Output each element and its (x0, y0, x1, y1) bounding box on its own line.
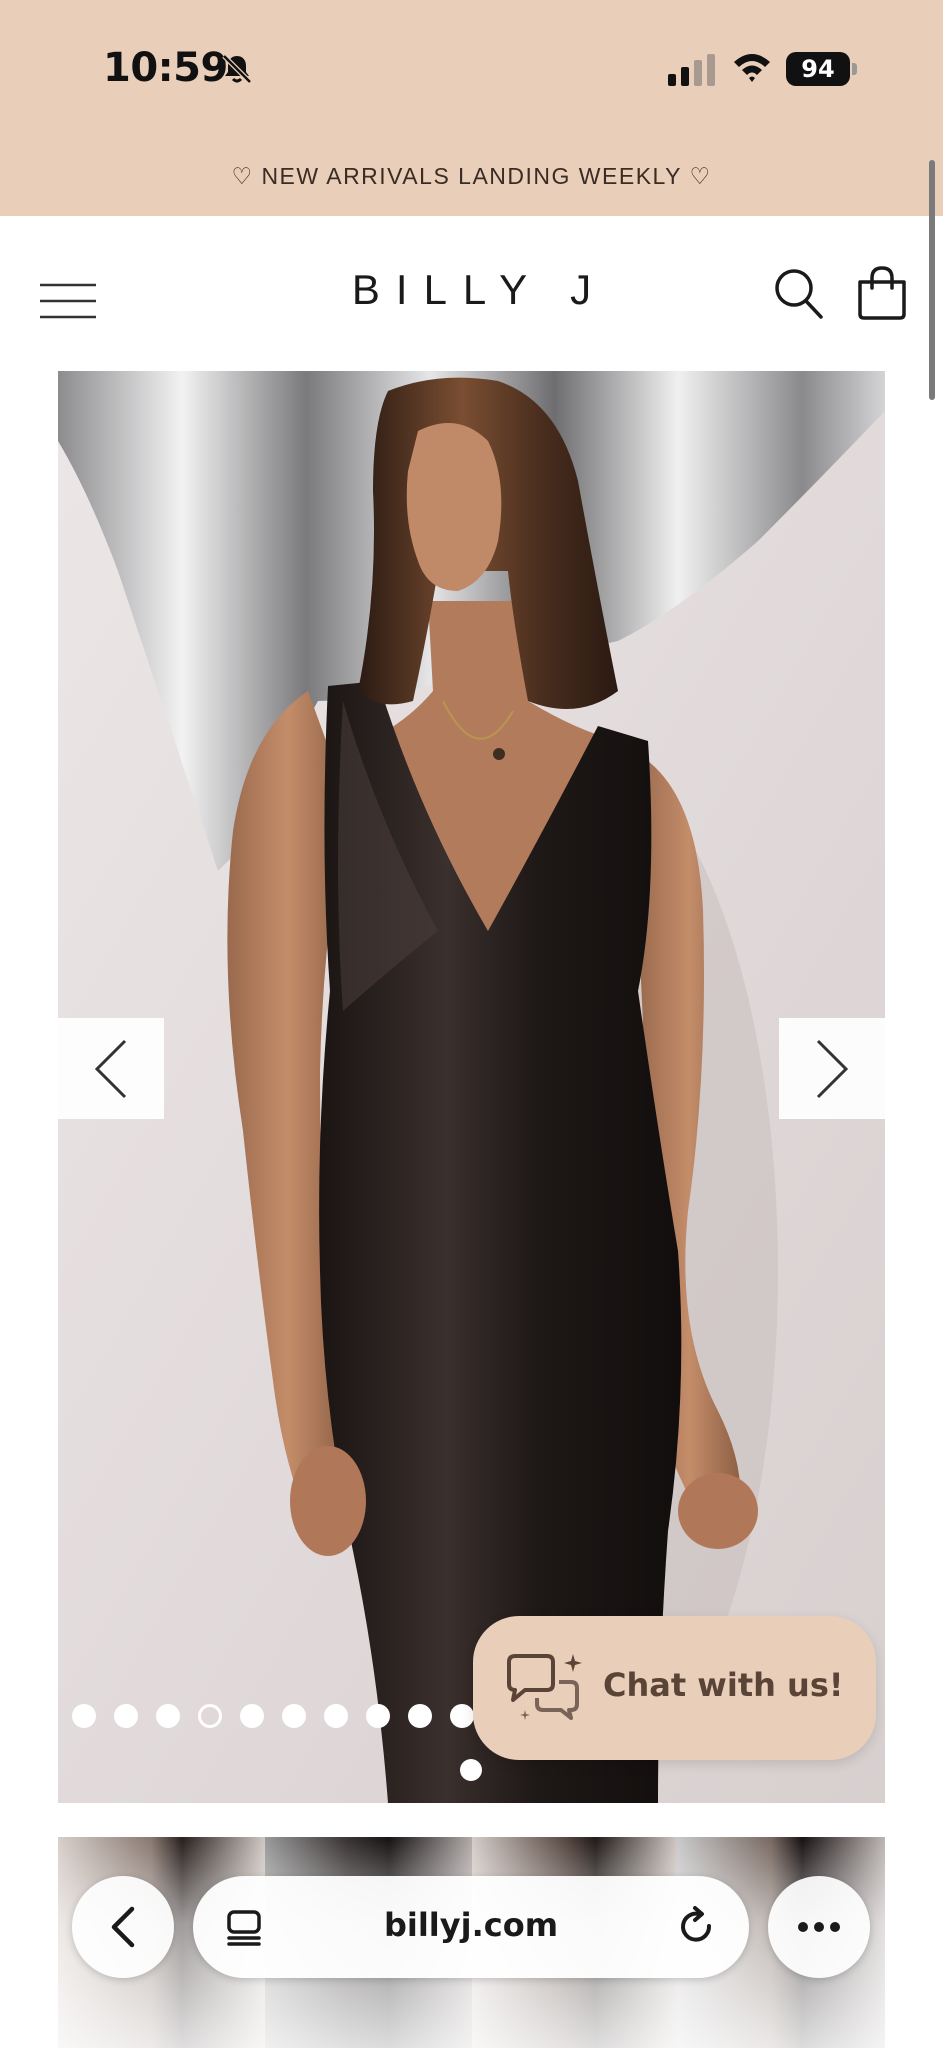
gallery-dot[interactable] (408, 1704, 432, 1728)
gallery-dot[interactable] (240, 1704, 264, 1728)
chat-bubbles-sparkle-icon (507, 1654, 582, 1720)
gallery-dot[interactable] (72, 1704, 96, 1728)
search-icon[interactable] (774, 268, 824, 320)
gallery-dot[interactable] (450, 1704, 474, 1728)
site-header: BILLY J (0, 216, 943, 370)
battery-tip (852, 63, 857, 75)
chevron-left-icon (94, 1039, 127, 1098)
browser-more-button[interactable] (768, 1876, 870, 1978)
gallery-dot[interactable] (114, 1704, 138, 1728)
gallery-dot-active[interactable] (198, 1704, 222, 1728)
product-photo (58, 371, 885, 1803)
gallery-pagination (72, 1704, 474, 1734)
chat-label: Chat with us! (603, 1666, 844, 1704)
page-scrollbar[interactable] (929, 160, 935, 400)
address-bar[interactable]: billyj.com (193, 1876, 749, 1978)
back-chevron-icon (111, 1906, 135, 1948)
product-image-gallery[interactable] (58, 371, 885, 1803)
url-text: billyj.com (383, 1906, 559, 1944)
battery-icon: 94 (786, 52, 858, 86)
reload-icon[interactable] (677, 1906, 717, 1948)
shopping-bag-icon[interactable] (856, 266, 908, 320)
browser-back-button[interactable] (72, 1876, 174, 1978)
gallery-next-button[interactable] (779, 1018, 885, 1119)
gallery-dot[interactable] (366, 1704, 390, 1728)
status-time: 10:59 (103, 45, 228, 91)
gallery-dot[interactable] (282, 1704, 306, 1728)
announcement-banner[interactable]: ♡ NEW ARRIVALS LANDING WEEKLY ♡ (0, 128, 943, 216)
cellular-signal-icon (668, 54, 715, 86)
bell-slash-icon (222, 54, 252, 84)
chevron-right-icon (816, 1039, 849, 1098)
gallery-prev-button[interactable] (58, 1018, 164, 1119)
battery-level: 94 (786, 52, 850, 86)
status-bar: 10:59 94 (0, 0, 943, 128)
gallery-dot[interactable] (324, 1704, 348, 1728)
more-dots-icon (798, 1922, 840, 1932)
gallery-dot[interactable] (156, 1704, 180, 1728)
gallery-dot[interactable] (460, 1759, 482, 1781)
chat-widget-button[interactable]: Chat with us! (473, 1616, 876, 1760)
wifi-icon (734, 54, 770, 82)
